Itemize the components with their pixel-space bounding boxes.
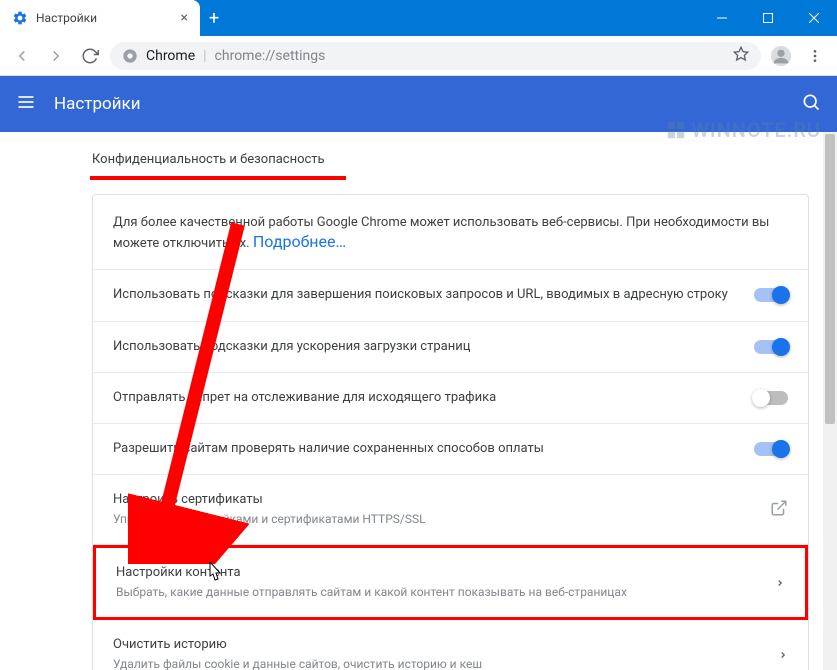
- menu-icon[interactable]: [801, 42, 829, 70]
- section-title: Конфиденциальность и безопасность: [92, 152, 837, 170]
- url-path: chrome://settings: [215, 48, 326, 64]
- chrome-icon: [122, 48, 138, 64]
- scrollbar-thumb[interactable]: [825, 134, 835, 424]
- bookmark-star-icon[interactable]: [733, 46, 749, 66]
- row-title: Настроить сертификаты: [113, 491, 754, 509]
- tab-title: Настройки: [36, 11, 173, 25]
- row-title: Очистить историю: [113, 636, 762, 654]
- settings-content: Конфиденциальность и безопасность Для бо…: [0, 132, 837, 670]
- address-bar[interactable]: Chrome | chrome://settings: [110, 42, 761, 70]
- close-window-button[interactable]: [791, 0, 837, 36]
- clear-history-row[interactable]: Очистить историю Удалить файлы cookie и …: [93, 620, 808, 670]
- row-subtitle: Управление настройками и сертификатами H…: [113, 511, 754, 528]
- window-titlebar: Настройки × +: [0, 0, 837, 36]
- row-label: Разрешить сайтам проверять наличие сохра…: [113, 440, 738, 458]
- learn-more-link[interactable]: Подробнее…: [253, 232, 346, 251]
- url-prefix: Chrome: [146, 48, 195, 64]
- profile-icon[interactable]: [767, 42, 795, 70]
- suggestions-row: Использовать подсказки для завершения по…: [93, 270, 808, 321]
- chevron-right-icon: [778, 645, 788, 664]
- maximize-button[interactable]: [745, 0, 791, 36]
- row-label: Использовать подсказки для завершения по…: [113, 286, 738, 304]
- preload-row: Использовать подсказки для ускорения заг…: [93, 322, 808, 373]
- settings-title: Настройки: [54, 94, 141, 114]
- search-icon[interactable]: [801, 92, 821, 116]
- chevron-right-icon: [775, 573, 785, 592]
- annotation-underline: [90, 176, 346, 180]
- close-tab-icon[interactable]: ×: [181, 10, 188, 26]
- intro-text: Для более качественной работы Google Chr…: [113, 215, 769, 251]
- gear-icon: [12, 10, 28, 26]
- toggle-preload[interactable]: [754, 340, 788, 354]
- certificates-row[interactable]: Настроить сертификаты Управление настрой…: [93, 475, 808, 545]
- row-title: Настройки контента: [116, 564, 759, 582]
- payment-check-row: Разрешить сайтам проверять наличие сохра…: [93, 424, 808, 475]
- intro-row: Для более качественной работы Google Chr…: [93, 195, 808, 270]
- row-label: Отправлять запрет на отслеживание для ис…: [113, 389, 738, 407]
- minimize-button[interactable]: [699, 0, 745, 36]
- external-link-icon: [770, 499, 788, 521]
- reload-button[interactable]: [76, 42, 104, 70]
- back-button[interactable]: [8, 42, 36, 70]
- do-not-track-row: Отправлять запрет на отслеживание для ис…: [93, 373, 808, 424]
- window-controls: [699, 0, 837, 36]
- toggle-dnt[interactable]: [754, 391, 788, 405]
- browser-tab[interactable]: Настройки ×: [0, 0, 200, 36]
- row-subtitle: Удалить файлы cookie и данные сайтов, оч…: [113, 656, 762, 670]
- toggle-payment[interactable]: [754, 442, 788, 456]
- content-settings-row[interactable]: Настройки контента Выбрать, какие данные…: [93, 545, 808, 620]
- forward-button[interactable]: [42, 42, 70, 70]
- browser-toolbar: Chrome | chrome://settings: [0, 36, 837, 76]
- row-subtitle: Выбрать, какие данные отправлять сайтам …: [116, 584, 759, 601]
- hamburger-icon[interactable]: [16, 92, 36, 116]
- new-tab-button[interactable]: +: [200, 0, 228, 36]
- toggle-suggestions[interactable]: [754, 288, 788, 302]
- row-label: Использовать подсказки для ускорения заг…: [113, 338, 738, 356]
- privacy-card: Для более качественной работы Google Chr…: [92, 194, 809, 670]
